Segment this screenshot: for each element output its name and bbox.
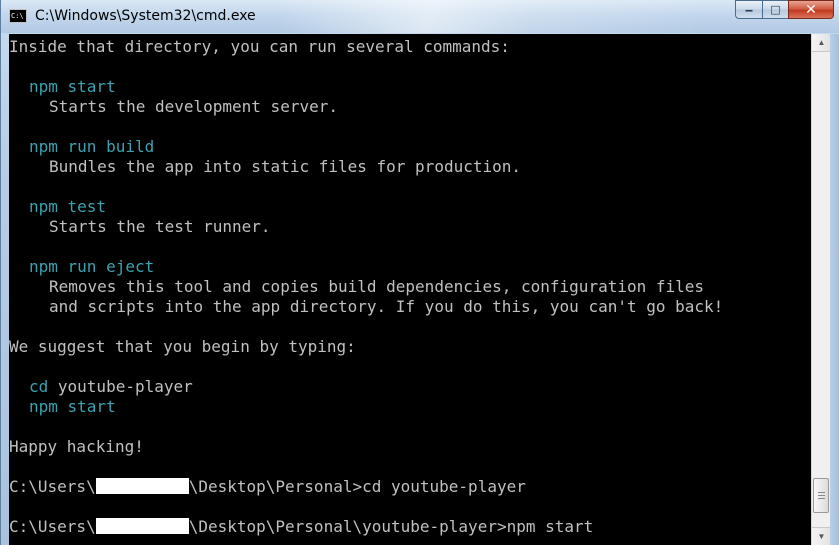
grip-line [818, 498, 825, 499]
scroll-thumb[interactable] [813, 478, 829, 513]
grip-line [818, 495, 825, 496]
cd-argument: youtube-player [48, 377, 193, 396]
cmd-app-icon[interactable]: C:\ [9, 9, 27, 23]
close-button[interactable]: ✕ [788, 0, 834, 19]
redacted-username [95, 478, 189, 494]
console-command-npm-run-eject: npm run eject [29, 257, 155, 276]
prompt-suffix: \Desktop\Personal\youtube-player>npm sta… [188, 517, 594, 536]
prompt-suffix: \Desktop\Personal>cd youtube-player [188, 477, 526, 496]
scroll-up-button[interactable]: ▲ [812, 34, 831, 52]
title-bar[interactable]: C:\ C:\Windows\System32\cmd.exe ‒ □ ✕ [1, 0, 839, 33]
console-line: Bundles the app into static files for pr… [49, 157, 522, 176]
grip-line [818, 492, 825, 493]
console-line: Happy hacking! [9, 437, 144, 456]
scroll-down-button[interactable]: ▼ [812, 527, 831, 545]
console-command-npm-start: npm start [29, 77, 116, 96]
prompt-line: C:\Users\ \Desktop\Personal>cd youtube-pl… [9, 477, 723, 497]
console-line: Removes this tool and copies build depen… [49, 277, 705, 296]
console-command-npm-start-suggest: npm start [29, 397, 116, 416]
console-command-cd: cd youtube-player [9, 377, 723, 397]
window-controls: ‒ □ ✕ [735, 0, 834, 20]
cmd-window: C:\ C:\Windows\System32\cmd.exe ‒ □ ✕ In… [0, 0, 839, 545]
minimize-button[interactable]: ‒ [735, 0, 762, 19]
console-line: Starts the test runner. [49, 217, 271, 236]
prompt-prefix: C:\Users\ [9, 477, 96, 496]
vertical-scrollbar[interactable]: ▲ ▼ [811, 34, 831, 545]
maximize-button[interactable]: □ [762, 0, 788, 19]
window-frame-right [830, 34, 839, 545]
prompt-line-current: C:\Users\ \Desktop\Personal\youtube-playe… [9, 517, 723, 537]
window-title: C:\Windows\System32\cmd.exe [35, 8, 256, 24]
console-line: We suggest that you begin by typing: [9, 337, 356, 356]
console-line: Starts the development server. [49, 97, 338, 116]
console-command-npm-run-build: npm run build [29, 137, 155, 156]
console-line: Inside that directory, you can run sever… [9, 37, 510, 56]
console-line: and scripts into the app directory. If y… [49, 297, 724, 316]
redacted-username [95, 518, 189, 534]
cd-keyword: cd [29, 377, 49, 396]
console-output[interactable]: Inside that directory, you can run sever… [9, 34, 811, 545]
console-command-npm-test: npm test [29, 197, 107, 216]
title-bar-glass-effect [281, 0, 701, 33]
prompt-prefix: C:\Users\ [9, 517, 96, 536]
